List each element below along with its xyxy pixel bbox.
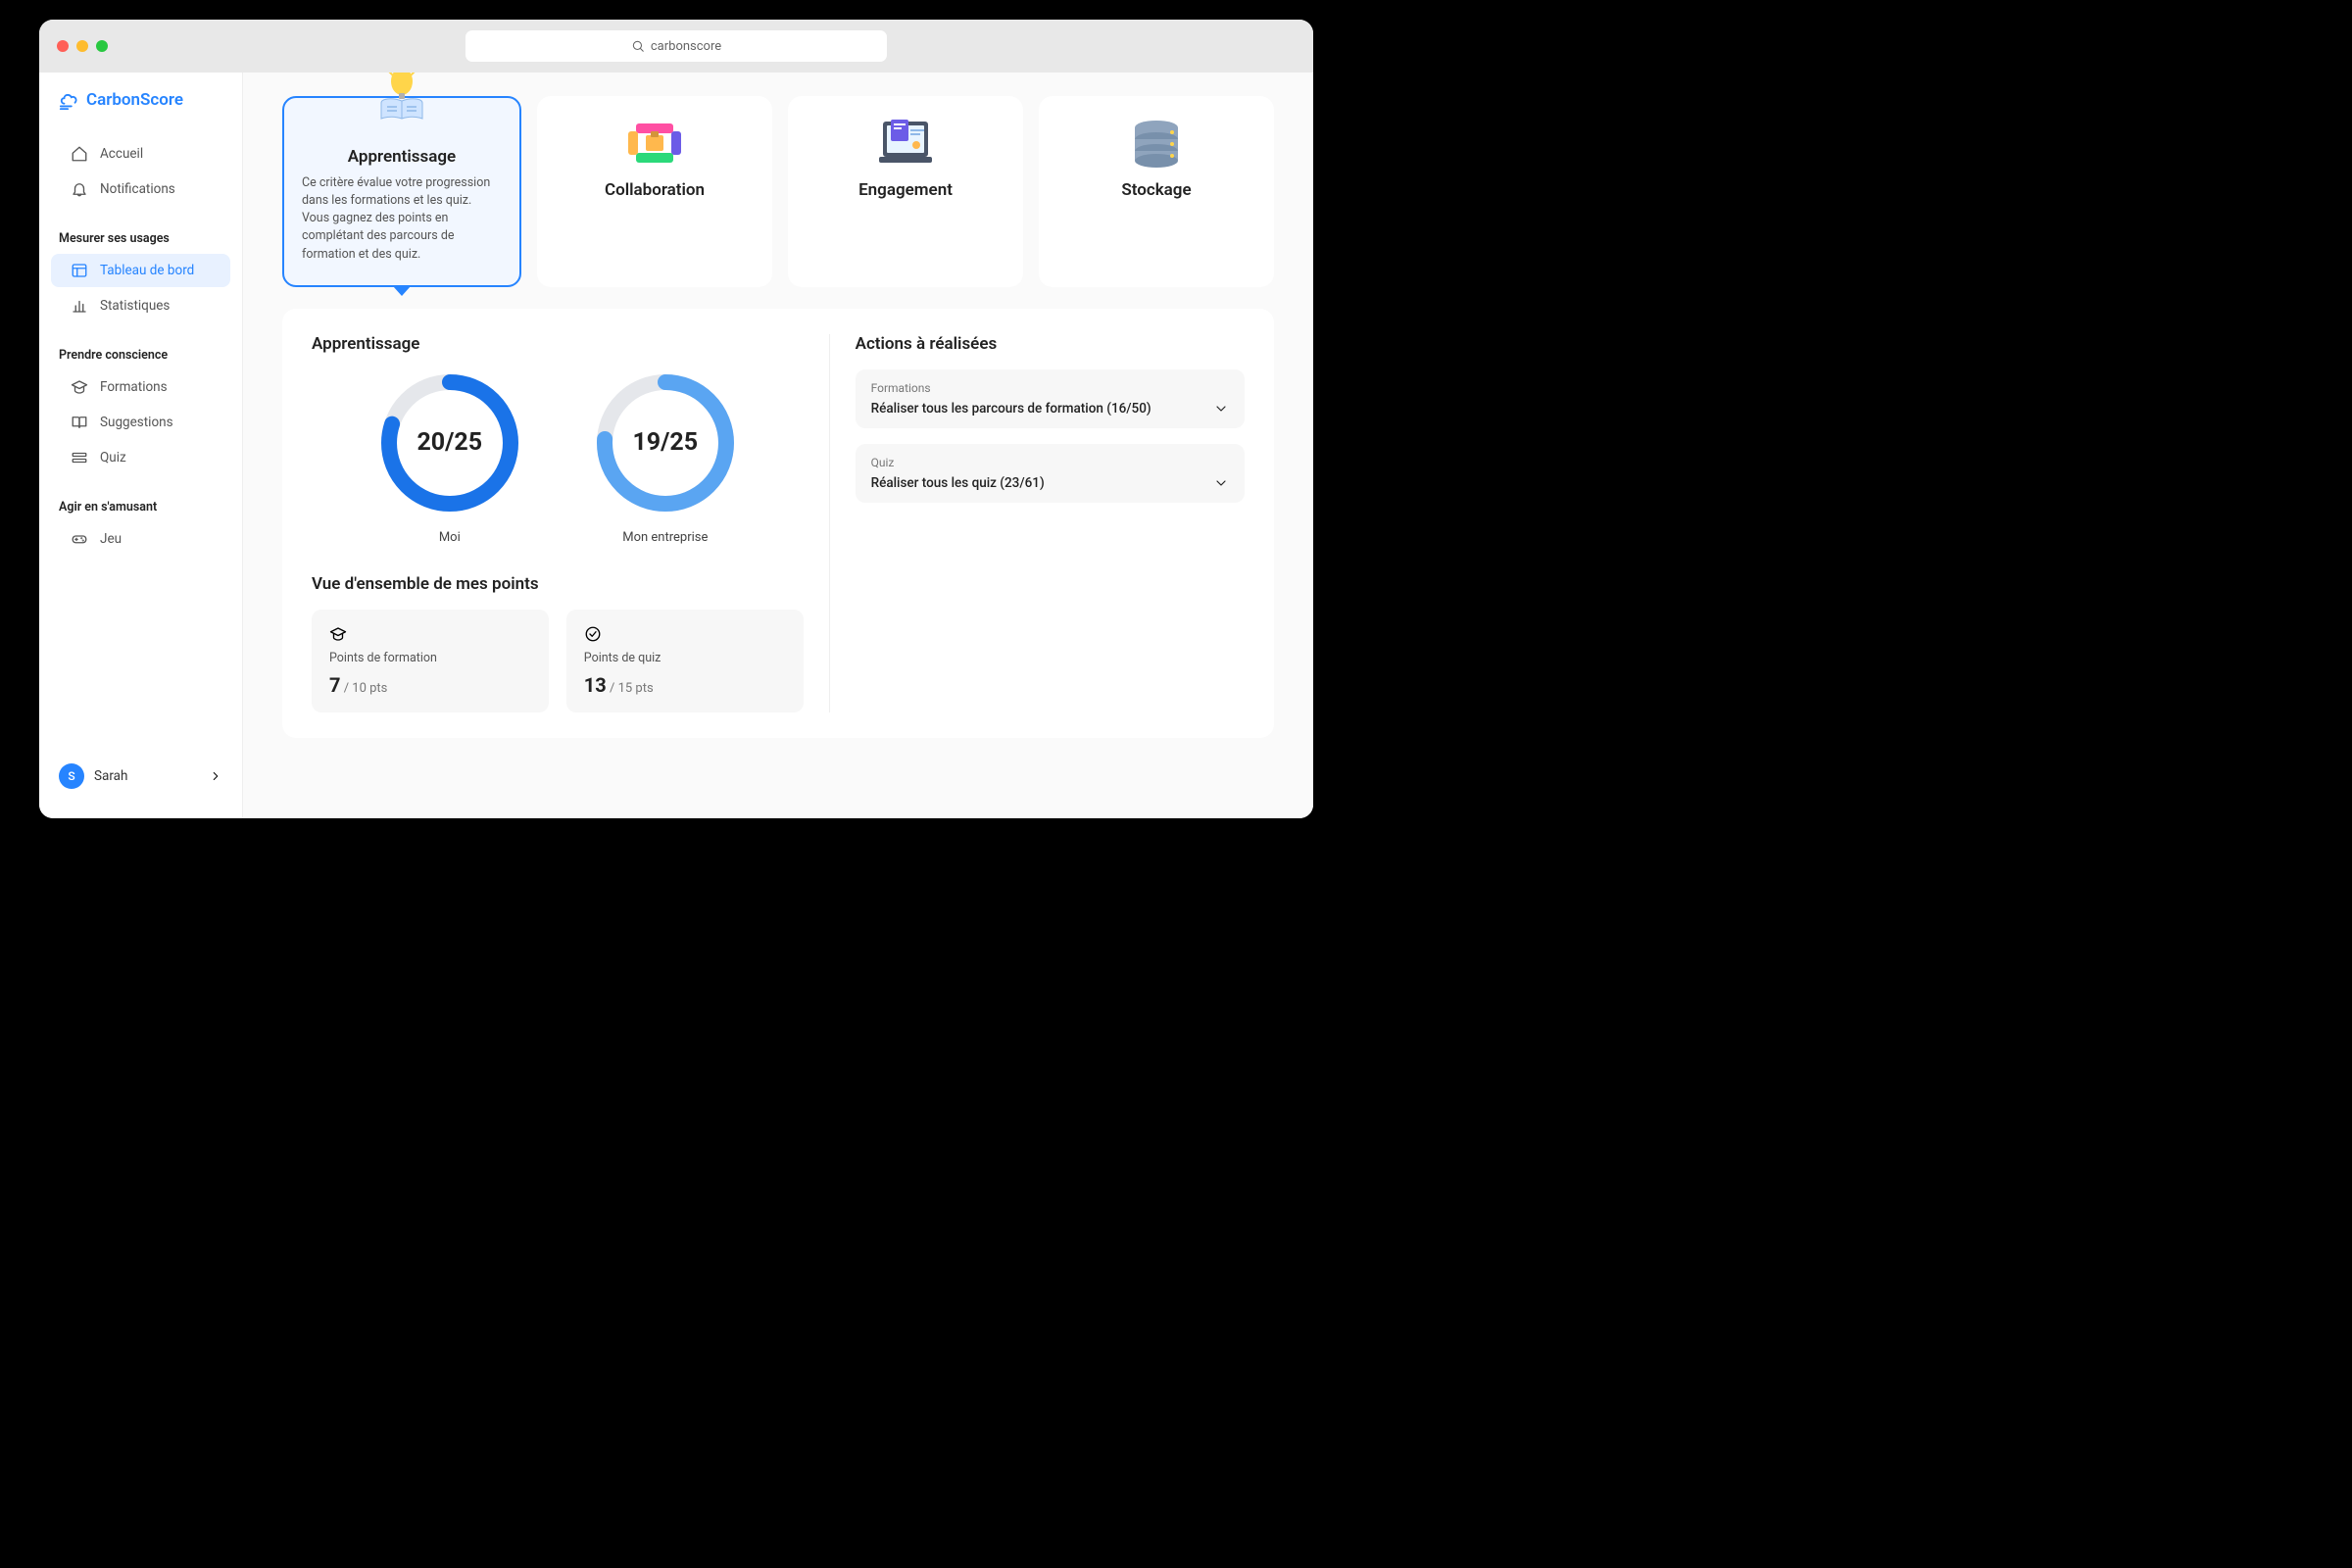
titlebar: carbonscore [39,20,1313,73]
tab-title: Collaboration [605,180,705,200]
point-card-quiz: Points de quiz 13 / 15 pts [566,610,804,712]
gauge-label: Moi [439,530,461,545]
nav-heading: Agir en s'amusant [39,492,242,520]
sidebar-item-label: Jeu [100,531,122,547]
chevron-down-icon [1213,401,1229,416]
quiz-icon [71,449,88,466]
search-placeholder: carbonscore [651,39,721,54]
search-icon [631,39,645,53]
action-row: Réaliser tous les parcours de formation … [871,401,1229,416]
sidebar-item-label: Formations [100,379,168,395]
avatar: S [59,763,84,789]
user-menu[interactable]: S Sarah [39,752,242,801]
point-label: Points de quiz [584,651,786,665]
point-value: 13 / 15 pts [584,673,786,697]
nav-section-prendre: Prendre conscience Formations Suggestion… [39,332,242,484]
stats-icon [71,297,88,315]
gauge-value: 20/25 [376,369,523,516]
sidebar-item-label: Quiz [100,450,126,466]
chevron-right-icon [209,769,222,783]
sidebar-item-label: Notifications [100,181,175,197]
action-tag: Quiz [871,456,1229,469]
gauge-entreprise: 19/25 Mon entreprise [592,369,739,545]
dashboard-panel: Apprentissage 20/25 Moi [282,309,1274,738]
gamepad-icon [71,530,88,548]
sidebar-item-notifications[interactable]: Notifications [51,172,230,206]
nav-top: Accueil Notifications [39,127,242,216]
sidebar-item-quiz[interactable]: Quiz [51,441,230,474]
learning-icon [369,73,434,123]
app-window: carbonscore CarbonScore Accueil Notifica… [39,20,1313,818]
tab-collaboration[interactable]: Collaboration [537,96,772,287]
home-icon [71,145,88,163]
nav-section-agir: Agir en s'amusant Jeu [39,484,242,565]
panel-title: Apprentissage [312,334,804,354]
dashboard-icon [71,262,88,279]
point-value: 7 / 10 pts [329,673,531,697]
check-circle-icon [584,625,602,643]
cloud-icon [59,90,80,110]
bell-icon [71,180,88,198]
category-tabs: Apprentissage Ce critère évalue votre pr… [282,96,1274,287]
tab-title: Apprentissage [348,147,456,167]
engagement-icon [873,114,938,172]
sidebar-item-suggestions[interactable]: Suggestions [51,406,230,439]
action-item-quiz[interactable]: Quiz Réaliser tous les quiz (23/61) [856,444,1245,503]
points-title: Vue d'ensemble de mes points [312,574,804,594]
gauge-value: 19/25 [592,369,739,516]
gauge-chart: 20/25 [376,369,523,516]
search-input[interactable]: carbonscore [466,30,887,62]
panel-left: Apprentissage 20/25 Moi [312,334,804,712]
main-content: Apprentissage Ce critère évalue votre pr… [243,73,1313,818]
maximize-window-button[interactable] [96,40,108,52]
nav-section-mesurer: Mesurer ses usages Tableau de bord Stati… [39,216,242,332]
tab-title: Engagement [858,180,953,200]
panel-right: Actions à réalisées Formations Réaliser … [829,334,1245,712]
action-text: Réaliser tous les parcours de formation … [871,401,1152,416]
action-text: Réaliser tous les quiz (23/61) [871,475,1045,491]
chevron-down-icon [1213,475,1229,491]
actions-title: Actions à réalisées [856,334,1245,354]
nav-heading: Prendre conscience [39,340,242,368]
sidebar-item-label: Statistiques [100,298,170,314]
storage-icon [1124,114,1189,172]
sidebar-item-formations[interactable]: Formations [51,370,230,404]
nav-heading: Mesurer ses usages [39,223,242,252]
username: Sarah [94,768,199,784]
point-label: Points de formation [329,651,531,665]
sidebar-item-statistiques[interactable]: Statistiques [51,289,230,322]
gauges-row: 20/25 Moi 19/25 [312,369,804,545]
action-tag: Formations [871,381,1229,395]
gauge-chart: 19/25 [592,369,739,516]
close-window-button[interactable] [57,40,69,52]
tab-title: Stockage [1121,180,1191,200]
tab-apprentissage[interactable]: Apprentissage Ce critère évalue votre pr… [282,96,521,287]
tab-description: Ce critère évalue votre progression dans… [302,174,502,264]
sidebar-item-label: Tableau de bord [100,263,194,278]
sidebar-item-accueil[interactable]: Accueil [51,137,230,171]
traffic-lights [57,40,108,52]
brand-logo[interactable]: CarbonScore [39,90,242,127]
action-row: Réaliser tous les quiz (23/61) [871,475,1229,491]
app-body: CarbonScore Accueil Notifications Mesure… [39,73,1313,818]
gauge-moi: 20/25 Moi [376,369,523,545]
tab-stockage[interactable]: Stockage [1039,96,1274,287]
sidebar-item-label: Accueil [100,146,143,162]
points-grid: Points de formation 7 / 10 pts Points de… [312,610,804,712]
minimize-window-button[interactable] [76,40,88,52]
point-card-formation: Points de formation 7 / 10 pts [312,610,549,712]
gauge-label: Mon entreprise [622,530,708,545]
book-icon [71,414,88,431]
sidebar-item-tableau-de-bord[interactable]: Tableau de bord [51,254,230,287]
action-item-formations[interactable]: Formations Réaliser tous les parcours de… [856,369,1245,428]
sidebar-item-jeu[interactable]: Jeu [51,522,230,556]
tab-engagement[interactable]: Engagement [788,96,1023,287]
graduation-icon [329,625,347,643]
sidebar: CarbonScore Accueil Notifications Mesure… [39,73,243,818]
brand-name: CarbonScore [86,90,183,110]
actions-list: Formations Réaliser tous les parcours de… [856,369,1245,503]
collaboration-icon [622,114,687,172]
graduation-icon [71,378,88,396]
sidebar-item-label: Suggestions [100,415,173,430]
